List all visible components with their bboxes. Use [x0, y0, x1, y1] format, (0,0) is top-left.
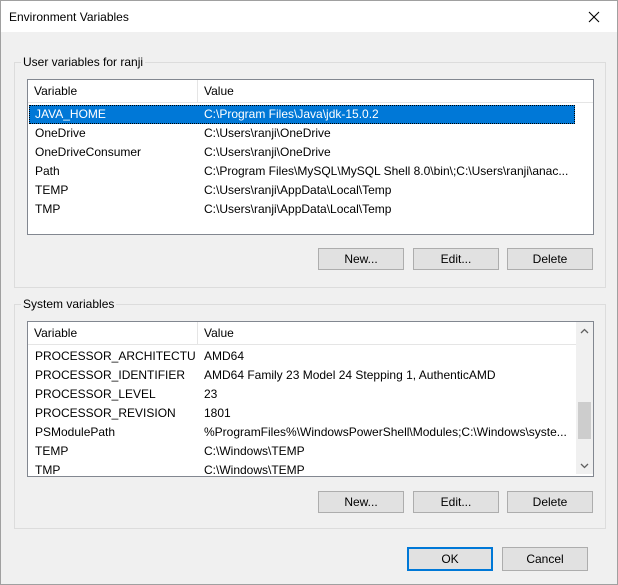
system-variables-scrollbar[interactable]: [576, 322, 593, 474]
system-variables-list[interactable]: Variable Value PROCESSOR_ARCHITECTURE AMD…: [27, 321, 594, 477]
scroll-up-button[interactable]: [576, 322, 593, 339]
system-variables-header: Variable Value: [28, 322, 576, 345]
environment-variables-dialog: Environment Variables User variables for…: [0, 0, 618, 585]
variable-name-cell: TEMP: [35, 183, 69, 197]
system-variables-label: System variables: [21, 297, 117, 311]
table-row[interactable]: PROCESSOR_IDENTIFIER AMD64 Family 23 Mode…: [29, 366, 575, 385]
close-button[interactable]: [571, 1, 617, 32]
table-row[interactable]: OneDriveConsumer C:\Users\ranji\OneDrive: [29, 143, 575, 162]
close-icon: [588, 11, 600, 22]
column-header-value[interactable]: Value: [198, 322, 576, 344]
table-row[interactable]: PROCESSOR_ARCHITECTURE AMD64: [29, 347, 575, 366]
table-row[interactable]: TEMP C:\Users\ranji\AppData\Local\Temp: [29, 181, 575, 200]
variable-value-cell: AMD64 Family 23 Model 24 Stepping 1, Aut…: [204, 368, 496, 382]
variable-name-cell: JAVA_HOME: [35, 107, 106, 121]
column-header-variable[interactable]: Variable: [28, 80, 198, 102]
variable-value-cell: C:\Program Files\MySQL\MySQL Shell 8.0\b…: [204, 164, 569, 178]
user-new-button[interactable]: New...: [318, 248, 404, 270]
column-header-value[interactable]: Value: [198, 80, 593, 102]
table-row[interactable]: PSModulePath %ProgramFiles%\WindowsPowerS…: [29, 423, 575, 442]
variable-value-cell: AMD64: [204, 349, 245, 363]
variable-value-cell: C:\Users\ranji\AppData\Local\Temp: [204, 202, 392, 216]
user-variables-header: Variable Value: [28, 80, 593, 103]
variable-name-cell: OneDriveConsumer: [35, 145, 142, 159]
variable-value-cell: C:\Windows\TEMP: [204, 444, 305, 458]
ok-button[interactable]: OK: [407, 547, 493, 571]
variable-value-cell: C:\Windows\TEMP: [204, 463, 305, 477]
table-row[interactable]: JAVA_HOME C:\Program Files\Java\jdk-15.0.…: [29, 105, 575, 124]
variable-value-cell: C:\Program Files\Java\jdk-15.0.2: [204, 107, 379, 121]
variable-name-cell: TMP: [35, 463, 61, 477]
window-title: Environment Variables: [9, 10, 129, 24]
user-edit-button[interactable]: Edit...: [413, 248, 499, 270]
chevron-up-icon: [580, 328, 589, 333]
system-edit-button[interactable]: Edit...: [413, 491, 499, 513]
title-bar: Environment Variables: [1, 1, 617, 32]
cancel-button[interactable]: Cancel: [502, 547, 588, 571]
variable-name-cell: PROCESSOR_IDENTIFIER: [35, 368, 186, 382]
column-header-variable[interactable]: Variable: [28, 322, 198, 344]
system-delete-button[interactable]: Delete: [507, 491, 593, 513]
system-new-button[interactable]: New...: [318, 491, 404, 513]
table-row[interactable]: PROCESSOR_REVISION 1801: [29, 404, 575, 423]
variable-value-cell: C:\Users\ranji\OneDrive: [204, 126, 331, 140]
user-delete-button[interactable]: Delete: [507, 248, 593, 270]
variable-value-cell: 23: [204, 387, 218, 401]
variable-name-cell: Path: [35, 164, 60, 178]
table-row[interactable]: TEMP C:\Windows\TEMP: [29, 442, 575, 461]
variable-value-cell: C:\Users\ranji\OneDrive: [204, 145, 331, 159]
table-row[interactable]: TMP C:\Windows\TEMP: [29, 461, 575, 477]
table-row[interactable]: PROCESSOR_LEVEL 23: [29, 385, 575, 404]
variable-name-cell: PROCESSOR_REVISION: [35, 406, 176, 420]
variable-value-cell: C:\Users\ranji\AppData\Local\Temp: [204, 183, 392, 197]
table-row[interactable]: TMP C:\Users\ranji\AppData\Local\Temp: [29, 200, 575, 219]
variable-value-cell: %ProgramFiles%\WindowsPowerShell\Modules…: [204, 425, 567, 439]
user-variables-label: User variables for ranji: [21, 55, 146, 69]
chevron-down-icon: [580, 463, 589, 468]
variable-value-cell: 1801: [204, 406, 231, 420]
variable-name-cell: TMP: [35, 202, 61, 216]
scroll-thumb[interactable]: [578, 402, 591, 439]
user-variables-list[interactable]: Variable Value JAVA_HOME C:\Program Files…: [27, 79, 594, 235]
variable-name-cell: OneDrive: [35, 126, 86, 140]
variable-name-cell: TEMP: [35, 444, 69, 458]
variable-name-cell: PSModulePath: [35, 425, 116, 439]
variable-name-cell: PROCESSOR_ARCHITECTURE: [35, 349, 195, 363]
table-row[interactable]: Path C:\Program Files\MySQL\MySQL Shell 8…: [29, 162, 575, 181]
variable-name-cell: PROCESSOR_LEVEL: [35, 387, 156, 401]
scroll-down-button[interactable]: [576, 457, 593, 474]
table-row[interactable]: OneDrive C:\Users\ranji\OneDrive: [29, 124, 575, 143]
